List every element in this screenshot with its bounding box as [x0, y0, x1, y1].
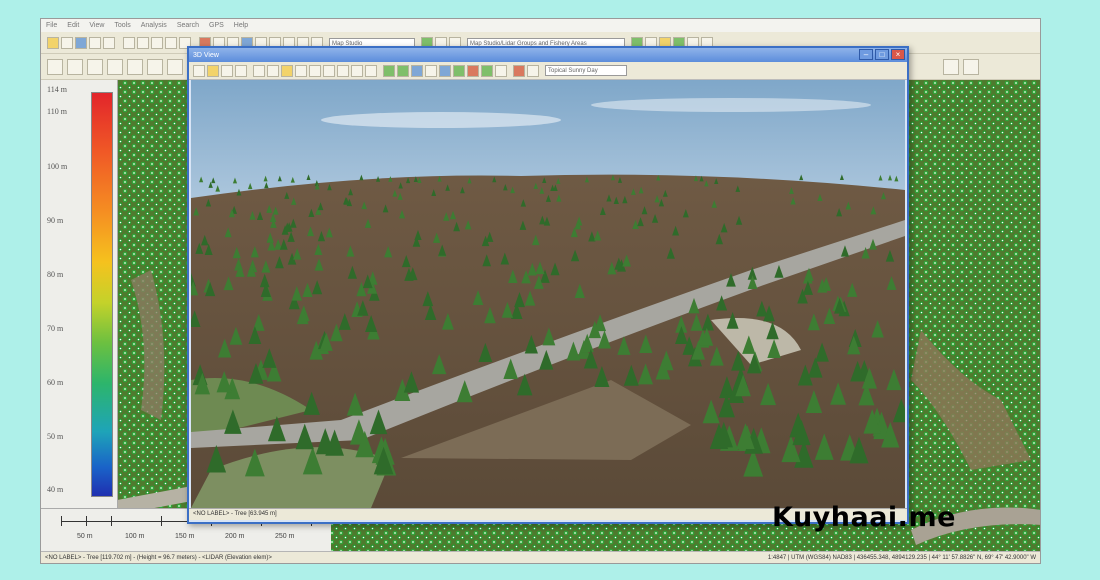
legend-label: 40 m	[47, 485, 64, 494]
status-coordinates: 1:4847 | UTM (WGS84) NAD83 | 436455.348,…	[767, 554, 1036, 561]
orbit-icon[interactable]	[207, 64, 219, 77]
zoom-in-icon[interactable]	[351, 64, 363, 77]
scale-label: 200 m	[225, 533, 245, 540]
status-bar: <NO LABEL> - Tree [119.702 m] - (Height …	[41, 551, 1040, 563]
walk-icon[interactable]	[235, 64, 247, 77]
reset-view-icon[interactable]	[267, 64, 279, 77]
fly-icon[interactable]	[221, 64, 233, 77]
vegetation-icon[interactable]	[397, 64, 409, 77]
menu-edit[interactable]: Edit	[62, 22, 84, 29]
classify-icon[interactable]	[167, 58, 183, 75]
gps-icon[interactable]	[481, 64, 493, 77]
draw-icon[interactable]	[281, 64, 293, 77]
water-icon[interactable]	[411, 64, 423, 77]
close-icon[interactable]: ×	[891, 49, 905, 60]
scale-tick	[161, 516, 162, 526]
legend-label: 50 m	[47, 432, 64, 441]
minimize-icon[interactable]: –	[859, 49, 873, 60]
save-icon[interactable]	[495, 64, 507, 77]
pin-icon[interactable]	[943, 58, 959, 75]
profile-icon[interactable]	[127, 58, 143, 75]
3d-view-title: 3D View	[193, 51, 219, 59]
scale-label: 150 m	[175, 533, 195, 540]
watermark: Kuyhaai.me	[772, 502, 956, 533]
app-window: File Edit View Tools Analysis Search GPS…	[40, 18, 1041, 564]
menu-help[interactable]: Help	[229, 22, 253, 29]
tilt-down-icon[interactable]	[337, 64, 349, 77]
rotate-left-icon[interactable]	[295, 64, 307, 77]
digitize-icon[interactable]	[47, 58, 63, 75]
menu-file[interactable]: File	[41, 22, 62, 29]
menu-gps[interactable]: GPS	[204, 22, 229, 29]
3d-view-toolbar: Topical Sunny Day	[189, 62, 907, 80]
3d-view-window[interactable]: 3D View – □ × Topical Sunny Day <NO LABE…	[187, 46, 909, 524]
legend-label: 60 m	[47, 378, 64, 387]
open-folder-icon[interactable]	[47, 37, 59, 49]
select-icon[interactable]	[165, 37, 177, 49]
crosshair-icon[interactable]	[527, 64, 539, 77]
status-left: <NO LABEL> - Tree [119.702 m] - (Height …	[45, 554, 272, 561]
menu-search[interactable]: Search	[172, 22, 204, 29]
3d-scene[interactable]	[191, 80, 905, 508]
3d-view-titlebar[interactable]: 3D View – □ ×	[189, 48, 907, 62]
marker-icon[interactable]	[513, 64, 525, 77]
scale-label: 250 m	[275, 533, 295, 540]
move-icon[interactable]	[193, 64, 205, 77]
building-icon[interactable]	[425, 64, 437, 77]
rotate-right-icon[interactable]	[309, 64, 321, 77]
pan-icon[interactable]	[151, 37, 163, 49]
sky-preset-dropdown[interactable]: Topical Sunny Day	[545, 65, 627, 76]
layers-icon[interactable]	[439, 64, 451, 77]
legend-label: 100 m	[47, 162, 68, 171]
lidar-points-icon[interactable]	[453, 64, 465, 77]
save-icon[interactable]	[61, 37, 73, 49]
legend-label: 114 m	[47, 85, 67, 94]
legend-label: 70 m	[47, 324, 64, 333]
legend-label: 80 m	[47, 270, 64, 279]
elevation-color-ramp	[91, 92, 113, 497]
scale-tick	[111, 516, 112, 526]
scale-tick	[86, 516, 87, 526]
3d-terrain-render	[191, 80, 905, 508]
print-icon[interactable]	[75, 37, 87, 49]
zoom-out-icon[interactable]	[365, 64, 377, 77]
menu-analysis[interactable]: Analysis	[136, 22, 172, 29]
frame-icon[interactable]	[253, 64, 265, 77]
scale-tick	[61, 516, 62, 526]
vertex-icon[interactable]	[67, 58, 83, 75]
elevation-legend: 114 m 110 m 100 m 90 m 80 m 70 m 60 m 50…	[41, 80, 118, 510]
menu-tools[interactable]: Tools	[109, 22, 135, 29]
path-icon[interactable]	[87, 58, 103, 75]
copy-icon[interactable]	[89, 37, 101, 49]
legend-label: 90 m	[47, 216, 64, 225]
menu-view[interactable]: View	[84, 22, 109, 29]
tilt-up-icon[interactable]	[323, 64, 335, 77]
legend-label: 110 m	[47, 107, 67, 116]
scale-label: 100 m	[125, 533, 145, 540]
scale-label: 50 m	[77, 533, 93, 540]
paste-icon[interactable]	[103, 37, 115, 49]
record-icon[interactable]	[467, 64, 479, 77]
grid-view-icon[interactable]	[963, 58, 979, 75]
maximize-icon[interactable]: □	[875, 49, 889, 60]
menu-bar: File Edit View Tools Analysis Search GPS…	[41, 19, 1040, 32]
zoom-in-icon[interactable]	[123, 37, 135, 49]
terrain-icon[interactable]	[383, 64, 395, 77]
zoom-out-icon[interactable]	[137, 37, 149, 49]
lidar-icon[interactable]	[107, 58, 123, 75]
contour-icon[interactable]	[147, 58, 163, 75]
